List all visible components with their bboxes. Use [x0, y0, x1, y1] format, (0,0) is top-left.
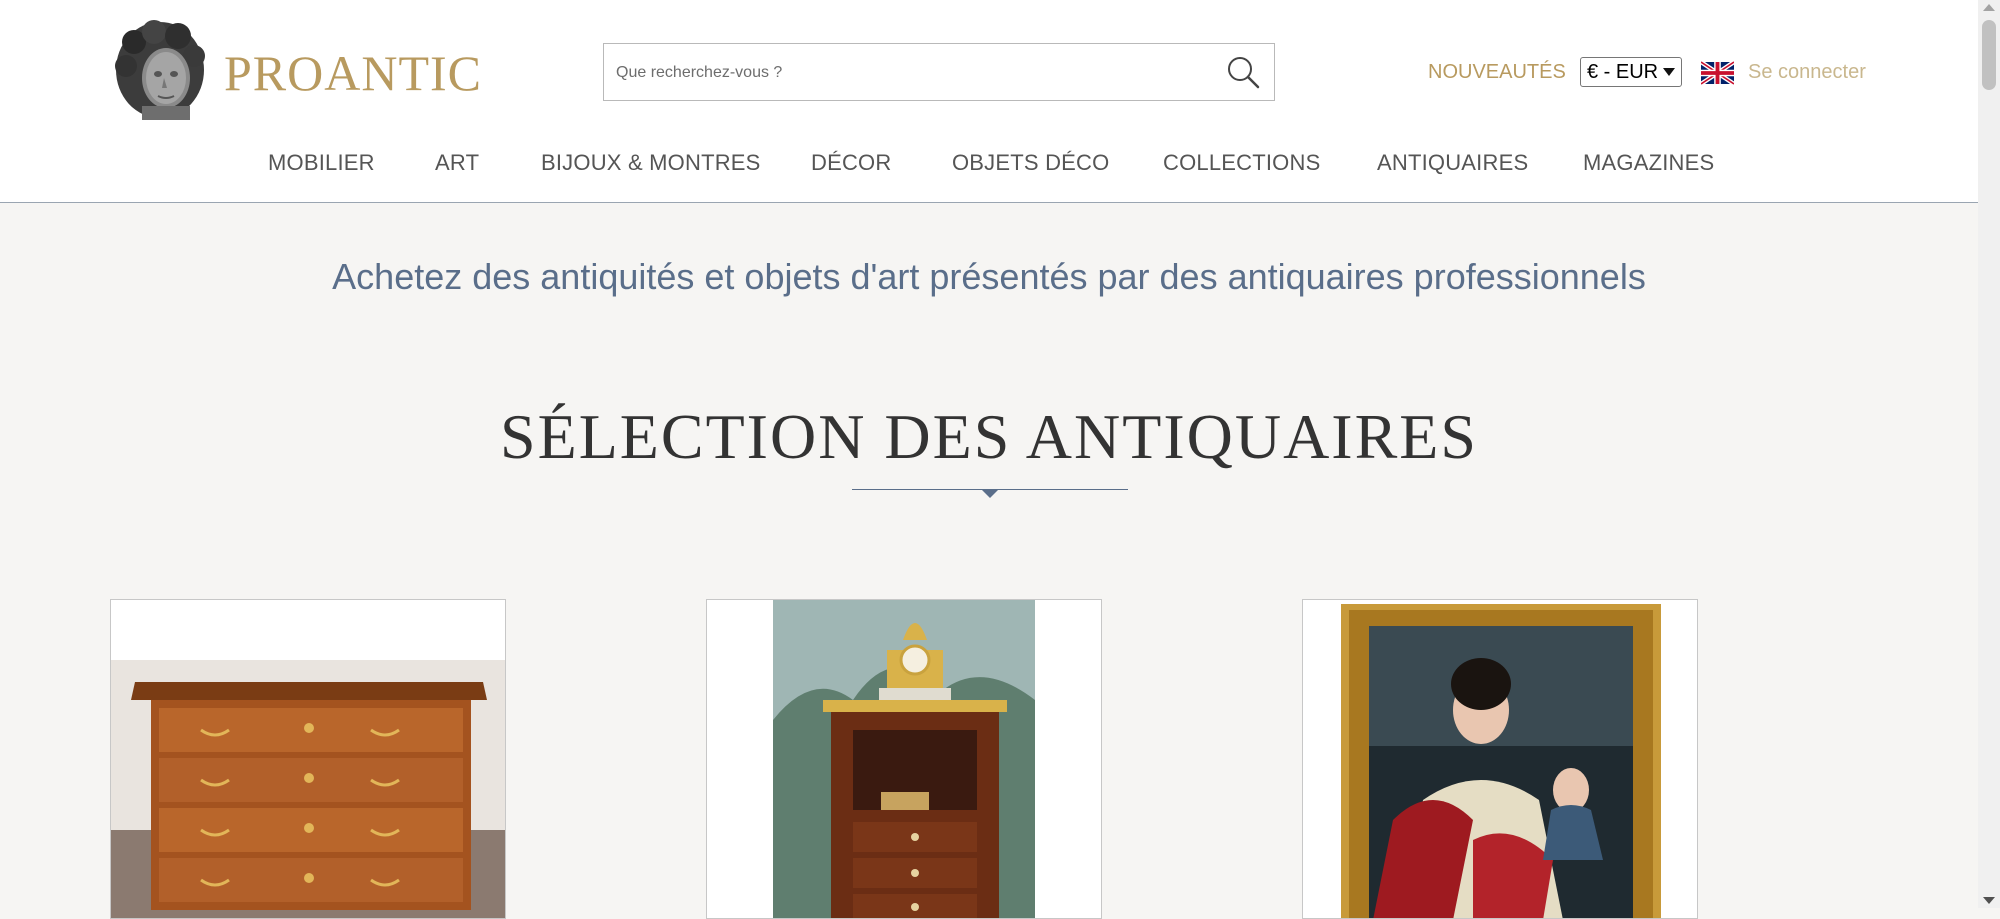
tagline: Achetez des antiquités et objets d'art p…	[332, 256, 1646, 297]
currency-selected-value: € - EUR	[1587, 61, 1659, 83]
portrait-painting-image[interactable]	[1303, 600, 1698, 919]
site-header: PROANTIC NOUVEAUTÉS € - EUR Se connecter…	[0, 0, 1978, 203]
nav-item-antiquaires[interactable]: ANTIQUAIRES	[1377, 150, 1528, 176]
nav-item-art[interactable]: ART	[435, 150, 479, 176]
product-card[interactable]	[110, 599, 506, 919]
scroll-up-icon[interactable]	[1983, 4, 1995, 11]
product-card[interactable]	[1302, 599, 1698, 919]
nav-item-objets-deco[interactable]: OBJETS DÉCO	[952, 150, 1109, 176]
page-scrollbar[interactable]	[1978, 0, 2000, 908]
divider-arrow-icon	[982, 490, 998, 498]
main-navigation: MOBILIER ART BIJOUX & MONTRES DÉCOR OBJE…	[0, 150, 1978, 180]
uk-flag-icon[interactable]	[1699, 60, 1736, 86]
product-card[interactable]	[706, 599, 1102, 919]
nav-item-bijoux-montres[interactable]: BIJOUX & MONTRES	[541, 150, 761, 176]
section-title: SÉLECTION DES ANTIQUAIRES	[500, 401, 1478, 472]
nav-item-mobilier[interactable]: MOBILIER	[268, 150, 375, 176]
search-input[interactable]	[614, 44, 1218, 102]
scrollbar-thumb[interactable]	[1982, 20, 1996, 90]
currency-select[interactable]: € - EUR	[1580, 57, 1682, 87]
chevron-down-icon	[1663, 68, 1675, 76]
chest-of-drawers-image[interactable]	[111, 600, 506, 919]
login-link[interactable]: Se connecter	[1748, 61, 1866, 84]
nouveautes-link[interactable]: NOUVEAUTÉS	[1428, 61, 1566, 84]
bust-logo-icon[interactable]	[112, 20, 208, 122]
search-icon[interactable]	[1226, 55, 1260, 89]
search-box	[603, 43, 1275, 102]
cabinet-with-clock-image[interactable]	[707, 600, 1102, 919]
nav-item-collections[interactable]: COLLECTIONS	[1163, 150, 1320, 176]
nav-item-decor[interactable]: DÉCOR	[811, 150, 891, 176]
nav-item-magazines[interactable]: MAGAZINES	[1583, 150, 1714, 176]
scroll-down-icon[interactable]	[1983, 897, 1995, 904]
logo-text[interactable]: PROANTIC	[224, 44, 482, 102]
